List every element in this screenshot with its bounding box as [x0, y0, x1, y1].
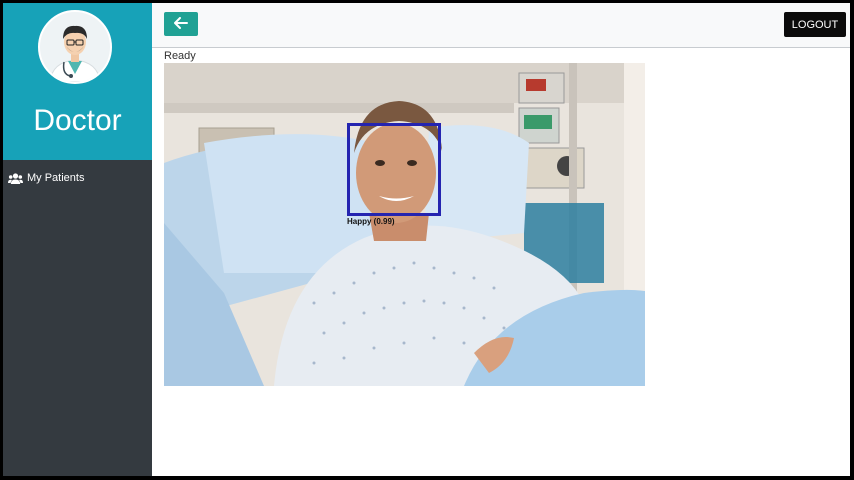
status-text: Ready	[164, 50, 196, 62]
logout-button[interactable]: LOGOUT	[784, 12, 846, 37]
role-title: Doctor	[33, 104, 122, 137]
app-window: Doctor My Patients LOGOUT Ready Happy (0…	[3, 3, 850, 476]
doctor-avatar-icon	[38, 10, 112, 84]
face-detection-box	[347, 123, 441, 216]
arrow-left-icon	[174, 16, 188, 32]
back-button[interactable]	[164, 12, 198, 36]
users-icon	[8, 172, 23, 184]
sidebar-item-my-patients[interactable]: My Patients	[8, 169, 84, 187]
emotion-label: Happy (0.99)	[347, 217, 395, 226]
patient-photo: Happy (0.99)	[164, 63, 645, 386]
sidebar-item-label: My Patients	[27, 172, 85, 184]
top-bar: LOGOUT	[152, 3, 850, 48]
sidebar: Doctor My Patients	[3, 3, 152, 476]
sidebar-header: Doctor	[3, 3, 152, 160]
